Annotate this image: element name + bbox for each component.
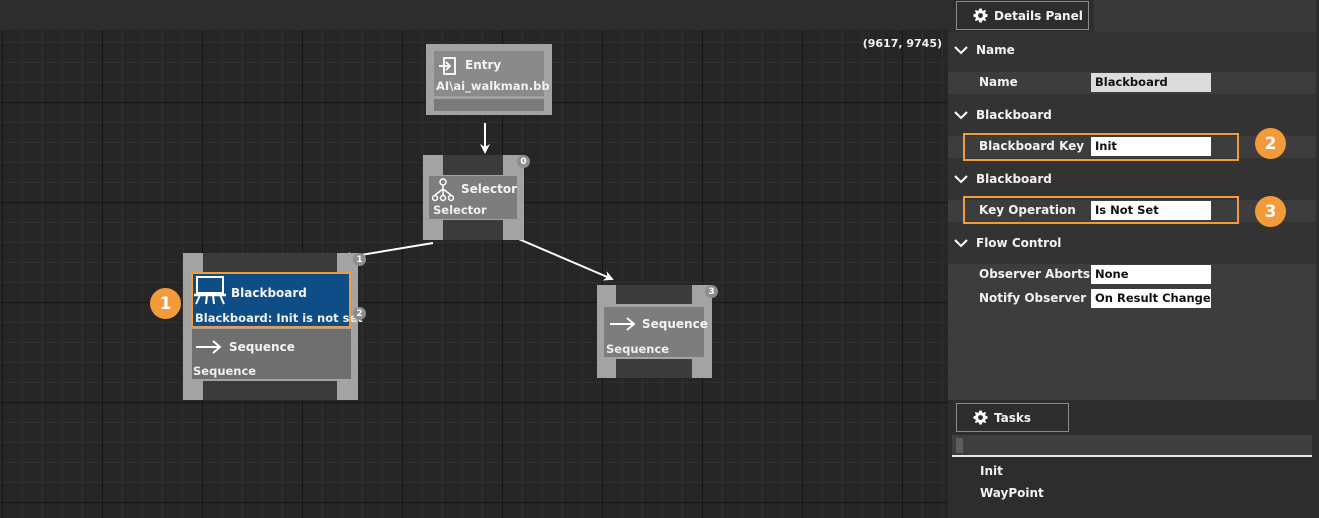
sequence-right-order-badge: 3 <box>705 285 718 298</box>
blackboard-node-highlight <box>191 272 351 328</box>
tasks-panel-tab[interactable]: Tasks <box>956 403 1069 432</box>
task-item-init[interactable]: Init <box>980 464 1003 478</box>
sequence-node-right[interactable]: Sequence Sequence <box>597 285 712 378</box>
details-panel-tab[interactable]: Details Panel <box>956 1 1089 30</box>
section-title: Flow Control <box>976 236 1062 250</box>
arrow-right-icon <box>610 317 636 331</box>
section-header-blackboard-operation[interactable]: Blackboard <box>954 167 1314 191</box>
sequence-left-order-badge: 1 <box>353 253 366 266</box>
section-title: Blackboard <box>976 108 1052 122</box>
callout-3: 3 <box>1255 196 1286 227</box>
details-panel: Details Panel Name Name Blackboard Black… <box>948 0 1319 400</box>
section-header-blackboard[interactable]: Blackboard <box>954 103 1314 127</box>
arrow-right-icon <box>196 340 222 354</box>
notify-observer-select[interactable]: On Result Change <box>1091 289 1211 308</box>
property-row-observer-aborts: Observer Aborts None <box>948 264 1316 286</box>
section-title: Name <box>976 43 1015 57</box>
name-field[interactable]: Blackboard <box>1091 73 1211 92</box>
key-operation-highlight <box>963 196 1239 224</box>
property-label: Notify Observer <box>979 291 1087 305</box>
property-row-notify-observer: Notify Observer On Result Change <box>948 288 1316 310</box>
tree-icon <box>432 178 454 202</box>
property-label: Name <box>979 75 1018 89</box>
section-header-name[interactable]: Name <box>954 38 1314 62</box>
sequence-left-output-pin[interactable] <box>203 381 337 400</box>
gear-icon <box>973 8 988 23</box>
sequence-left-title: Sequence <box>229 340 295 354</box>
gear-icon <box>973 410 988 425</box>
entry-node[interactable]: Entry AI\ai_walkman.bb <box>426 44 552 115</box>
blackboard-key-highlight <box>963 133 1239 161</box>
chevron-down-icon <box>954 46 968 55</box>
entry-output-pin[interactable] <box>434 99 544 111</box>
selector-input-pin[interactable] <box>443 155 503 175</box>
sequence-right-title: Sequence <box>642 317 708 331</box>
task-item-waypoint[interactable]: WayPoint <box>980 486 1044 500</box>
selector-node-type: Selector <box>433 203 487 217</box>
sequence-left-input-pin[interactable] <box>203 253 337 273</box>
selector-order-badge: 0 <box>517 155 530 168</box>
selector-node[interactable]: Selector Selector <box>423 155 524 240</box>
chevron-down-icon <box>954 111 968 120</box>
observer-aborts-select[interactable]: None <box>1091 265 1211 284</box>
callout-1: 1 <box>150 288 181 319</box>
entry-icon <box>439 57 456 75</box>
tasks-panel-tab-label: Tasks <box>994 410 1032 425</box>
details-panel-tab-label: Details Panel <box>994 8 1083 23</box>
section-title: Blackboard <box>976 172 1052 186</box>
blackboard-decorator-order-badge: 2 <box>353 307 366 320</box>
selector-node-title: Selector <box>461 182 518 196</box>
details-tab-strip <box>1094 0 1316 32</box>
callout-2: 2 <box>1255 128 1286 159</box>
property-row-name: Name Blackboard <box>948 72 1316 94</box>
entry-node-title: Entry <box>465 58 502 72</box>
tasks-search-input[interactable] <box>952 435 1312 457</box>
entry-node-blackboard-path: AI\ai_walkman.bb <box>436 79 550 93</box>
property-label: Observer Aborts <box>979 267 1090 281</box>
section-header-flow-control[interactable]: Flow Control <box>954 231 1314 255</box>
sequence-right-type: Sequence <box>606 342 670 356</box>
chevron-down-icon <box>954 175 968 184</box>
chevron-down-icon <box>954 239 968 248</box>
tasks-panel: Tasks Init WayPoint <box>948 400 1319 518</box>
behavior-tree-canvas[interactable]: (9617, 9745) Entry AI\ai_walkman.bb Sele… <box>0 0 948 518</box>
text-caret <box>956 438 963 453</box>
sequence-right-output-pin[interactable] <box>616 359 692 378</box>
sequence-right-input-pin[interactable] <box>616 285 692 304</box>
connection-selector-sequence <box>513 236 614 281</box>
sequence-left-type: Sequence <box>193 364 257 378</box>
selector-output-pin[interactable] <box>443 220 503 240</box>
